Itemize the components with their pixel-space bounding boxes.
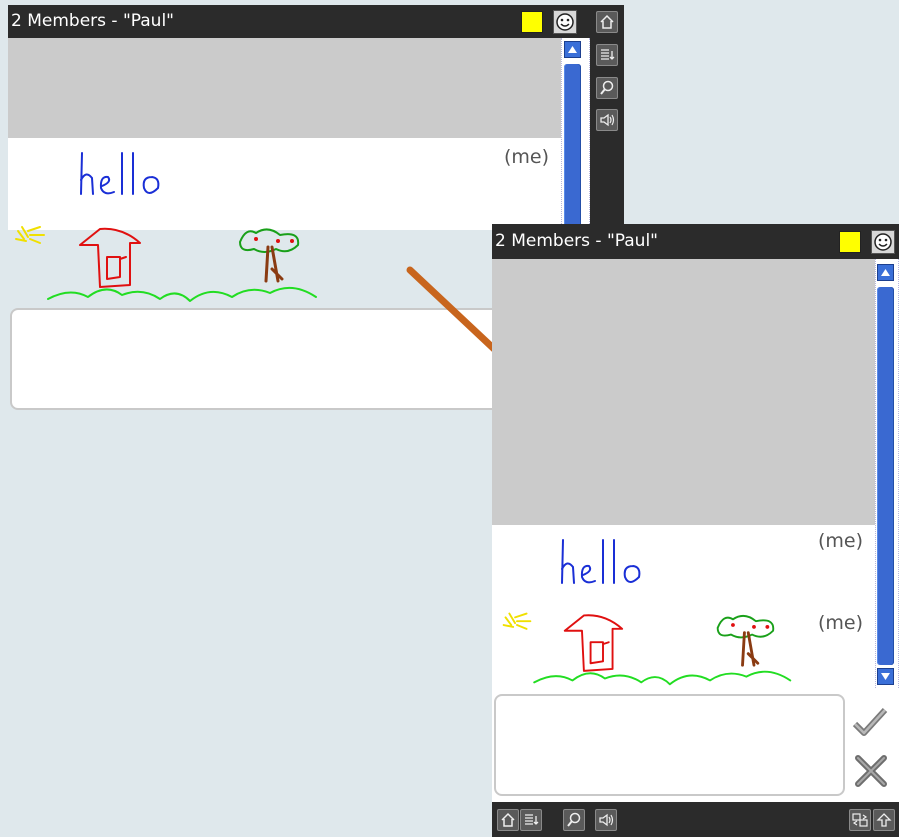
conversation-empty-area (492, 259, 875, 525)
tool-column (590, 5, 624, 230)
smiley-icon[interactable] (553, 10, 577, 34)
scroll-thumb[interactable] (564, 64, 581, 230)
doodle-drawing (15, 226, 317, 302)
home-icon[interactable] (596, 11, 618, 33)
sender-label: (me) (818, 612, 864, 634)
scrollbar[interactable] (561, 38, 590, 230)
scroll-down-button[interactable] (877, 668, 894, 685)
scroll-up-button[interactable] (877, 264, 894, 281)
handwritten-hello (80, 152, 160, 195)
sound-icon[interactable] (595, 809, 617, 831)
smiley-icon[interactable] (871, 230, 895, 254)
title-bar: 2 Members - "Paul" (492, 224, 899, 259)
window-title: 2 Members - "Paul" (495, 231, 658, 251)
doodle-drawing (502, 612, 792, 686)
check-icon[interactable] (852, 706, 888, 738)
up-arrow-icon[interactable] (873, 809, 895, 831)
sender-label: (me) (504, 146, 550, 168)
search-icon[interactable] (563, 809, 585, 831)
list-icon[interactable] (520, 809, 542, 831)
swap-icon[interactable] (849, 809, 871, 831)
handwritten-hello (561, 539, 641, 584)
scroll-thumb[interactable] (877, 287, 894, 665)
sound-icon[interactable] (596, 109, 618, 131)
pen-color-swatch[interactable] (521, 11, 543, 33)
search-icon[interactable] (596, 77, 618, 99)
list-icon[interactable] (596, 44, 618, 66)
pen-color-swatch[interactable] (839, 231, 861, 253)
bottom-toolbar (492, 802, 899, 837)
sender-label: (me) (818, 530, 864, 552)
conversation-empty-area (8, 38, 561, 138)
title-bar: 2 Members - "Paul" (8, 5, 590, 38)
message-input[interactable] (494, 694, 845, 796)
scrollbar[interactable] (875, 259, 899, 688)
chat-window-front: 2 Members - "Paul" (me) (me) (492, 224, 899, 837)
window-title: 2 Members - "Paul" (11, 11, 174, 31)
home-icon[interactable] (497, 809, 519, 831)
scroll-up-button[interactable] (564, 41, 581, 58)
clear-icon[interactable] (854, 754, 888, 788)
